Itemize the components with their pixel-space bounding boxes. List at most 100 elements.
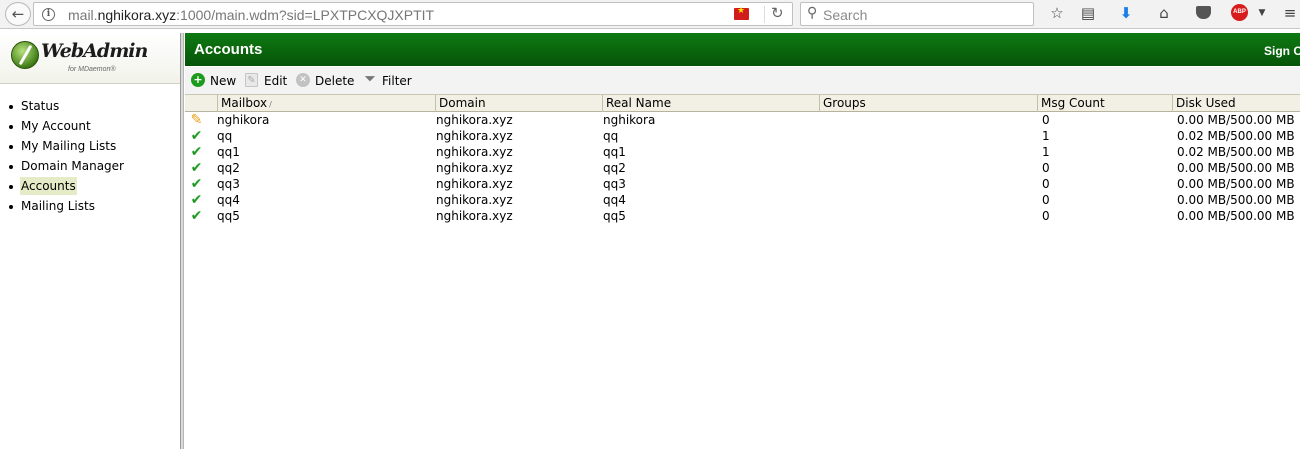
cell-real-name: qq: [603, 129, 619, 143]
cell-real-name: nghikora: [603, 113, 656, 127]
cell-mailbox: nghikora: [217, 113, 270, 127]
delete-icon: ✕: [296, 73, 310, 87]
enabled-check-icon: ✔: [190, 160, 203, 176]
cell-msg-count: 0: [1042, 193, 1050, 207]
bullet-icon: [9, 105, 13, 109]
back-arrow-icon[interactable]: ←: [5, 2, 31, 26]
table-row[interactable]: ✔ qq5 nghikora.xyz qq5 0 0.00 MB/500.00 MB: [185, 208, 1300, 224]
column-msg-count[interactable]: Msg Count: [1037, 95, 1172, 112]
cell-domain: nghikora.xyz: [436, 113, 513, 127]
cell-mailbox: qq2: [217, 161, 240, 175]
cell-domain: nghikora.xyz: [436, 177, 513, 191]
admin-pencil-icon: ✎: [190, 112, 203, 128]
column-disk-used[interactable]: Disk Used: [1172, 95, 1300, 112]
sidebar-splitter[interactable]: [180, 33, 184, 449]
bullet-icon: [9, 165, 13, 169]
sidebar-item-my-account[interactable]: My Account: [0, 117, 125, 137]
download-icon[interactable]: ⬇: [1116, 3, 1136, 23]
cell-msg-count: 0: [1042, 209, 1050, 223]
enabled-check-icon: ✔: [190, 208, 203, 224]
url-prefix: mail.: [68, 7, 98, 23]
table-header: Mailbox / Domain Real Name Groups Msg Cou…: [185, 94, 1300, 112]
info-icon[interactable]: i: [42, 8, 55, 21]
url-host: nghikora.xyz: [97, 7, 177, 23]
column-disk-used-label: Disk Used: [1176, 96, 1236, 110]
cell-real-name: qq3: [603, 177, 626, 191]
table-row[interactable]: ✔ qq3 nghikora.xyz qq3 0 0.00 MB/500.00 MB: [185, 176, 1300, 192]
add-icon: +: [191, 73, 205, 87]
sidebar-item-label: My Mailing Lists: [21, 139, 117, 153]
cell-disk-used: 0.02 MB/500.00 MB: [1177, 129, 1295, 143]
sidebar-item-mailing-lists[interactable]: Mailing Lists: [0, 197, 125, 217]
delete-label: Delete: [315, 74, 355, 88]
cell-domain: nghikora.xyz: [436, 145, 513, 159]
sidebar-item-status[interactable]: Status: [0, 97, 125, 117]
bullet-icon: [9, 145, 13, 149]
enabled-check-icon: ✔: [190, 128, 203, 144]
hamburger-menu-icon[interactable]: ≡: [1280, 3, 1300, 23]
edit-icon: ✎: [245, 73, 258, 87]
column-real-name[interactable]: Real Name: [602, 95, 819, 112]
column-groups-label: Groups: [823, 96, 866, 110]
bullet-icon: [9, 205, 13, 209]
flag-icon[interactable]: [734, 6, 749, 20]
cell-msg-count: 0: [1042, 161, 1050, 175]
column-domain[interactable]: Domain: [435, 95, 602, 112]
reload-icon[interactable]: ↻: [771, 4, 784, 22]
sidebar-nav: Status My Account My Mailing Lists Domain M…: [0, 97, 125, 217]
sidebar-item-label: Status: [21, 99, 60, 113]
cell-disk-used: 0.00 MB/500.00 MB: [1177, 113, 1295, 127]
cell-domain: nghikora.xyz: [436, 209, 513, 223]
cell-msg-count: 1: [1042, 129, 1050, 143]
adblock-dropdown-icon[interactable]: ▼: [1252, 3, 1272, 23]
signout-link[interactable]: Sign O: [1264, 44, 1300, 58]
enabled-check-icon: ✔: [190, 144, 203, 160]
cell-mailbox: qq: [217, 129, 233, 143]
table-row[interactable]: ✎ nghikora nghikora.xyz nghikora 0 0.00 MB/50…: [185, 112, 1300, 128]
bullet-icon: [9, 185, 13, 189]
cell-mailbox: qq4: [217, 193, 240, 207]
address-bar[interactable]: i mail.nghikora.xyz:1000/main.wdm?sid=LP…: [33, 2, 793, 26]
column-domain-label: Domain: [439, 96, 486, 110]
cell-real-name: qq4: [603, 193, 626, 207]
table-row[interactable]: ✔ qq2 nghikora.xyz qq2 0 0.00 MB/500.00 MB: [185, 160, 1300, 176]
pocket-icon[interactable]: [1196, 6, 1211, 19]
url-separator: [764, 6, 765, 23]
column-groups[interactable]: Groups: [819, 95, 1037, 112]
sidebar-item-my-mailing-lists[interactable]: My Mailing Lists: [0, 137, 125, 157]
url-text[interactable]: mail.nghikora.xyz:1000/main.wdm?sid=LPXT…: [68, 7, 434, 23]
cell-domain: nghikora.xyz: [436, 161, 513, 175]
filter-label: Filter: [382, 74, 412, 88]
table-row[interactable]: ✔ qq nghikora.xyz qq 1 0.02 MB/500.00 MB: [185, 128, 1300, 144]
cell-msg-count: 1: [1042, 145, 1050, 159]
sidebar-item-accounts[interactable]: Accounts: [0, 177, 125, 197]
bullet-icon: [9, 125, 13, 129]
logo: WebAdmin for MDaemon®: [0, 33, 180, 84]
page-title: Accounts: [194, 41, 263, 58]
sidebar-item-label: My Account: [21, 119, 91, 133]
browser-search-input[interactable]: [823, 6, 1023, 23]
column-mailbox[interactable]: Mailbox /: [217, 95, 435, 112]
sort-ascending-icon: /: [269, 100, 272, 109]
column-real-name-label: Real Name: [606, 96, 672, 110]
reading-list-icon[interactable]: ▤: [1078, 3, 1098, 23]
sidebar: WebAdmin for MDaemon® Status My Account My…: [0, 33, 180, 449]
adblock-icon[interactable]: ABP: [1231, 4, 1248, 21]
table-row[interactable]: ✔ qq4 nghikora.xyz qq4 0 0.00 MB/500.00 MB: [185, 192, 1300, 208]
home-icon[interactable]: ⌂: [1154, 3, 1174, 23]
logo-text: WebAdmin: [41, 40, 148, 62]
cell-real-name: qq2: [603, 161, 626, 175]
cell-real-name: qq5: [603, 209, 626, 223]
column-mailbox-label: Mailbox: [221, 96, 268, 110]
cell-domain: nghikora.xyz: [436, 129, 513, 143]
cell-domain: nghikora.xyz: [436, 193, 513, 207]
sidebar-item-domain-manager[interactable]: Domain Manager: [0, 157, 125, 177]
table-row[interactable]: ✔ qq1 nghikora.xyz qq1 1 0.02 MB/500.00 MB: [185, 144, 1300, 160]
browser-toolbar: ← i mail.nghikora.xyz:1000/main.wdm?sid=…: [0, 0, 1300, 29]
column-msg-count-label: Msg Count: [1041, 96, 1105, 110]
bookmark-star-icon[interactable]: ☆: [1047, 3, 1067, 23]
main-content: Accounts Sign O + New ✎ Edit ✕ Delete ⏷ …: [185, 33, 1300, 449]
browser-search-box[interactable]: ⚲: [800, 2, 1034, 26]
cell-disk-used: 0.00 MB/500.00 MB: [1177, 209, 1295, 223]
enabled-check-icon: ✔: [190, 176, 203, 192]
